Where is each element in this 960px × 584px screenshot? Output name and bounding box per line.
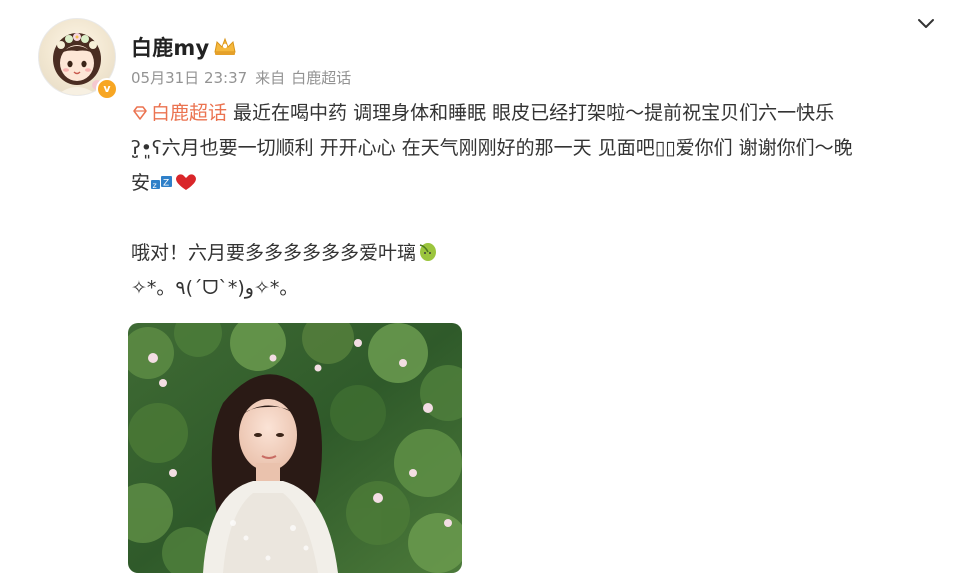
source-label: 来自 bbox=[255, 69, 286, 87]
post-line-1: 白鹿超话 最近在喝中药 调理身体和睡眠 眼皮已经打架啦～提前祝宝贝们六一快乐 bbox=[131, 96, 931, 131]
post-line-4: 哦对！六月要多多多多多多爱叶璃 bbox=[131, 236, 931, 271]
post-line-4-text: 哦对！六月要多多多多多多爱叶璃 bbox=[131, 242, 417, 264]
username[interactable]: 白鹿my bbox=[131, 32, 209, 62]
post-photo-image bbox=[128, 323, 462, 573]
post-line-2: ʔ̤̮•͈ʕ六月也要一切顺利 开开心心 在天气刚刚好的那一天 见面吧▯▯爱你们 … bbox=[131, 137, 853, 159]
verified-badge-icon: v bbox=[96, 78, 118, 100]
crown-icon[interactable] bbox=[212, 35, 238, 57]
source-link[interactable]: 白鹿超话 bbox=[291, 69, 351, 87]
post-meta: 05月31日 23:37 来自 白鹿超话 bbox=[131, 67, 359, 88]
diamond-topic-icon bbox=[133, 106, 147, 120]
post-line-1-text: 最近在喝中药 调理身体和睡眠 眼皮已经打架啦～提前祝宝贝们六一快乐 bbox=[227, 102, 835, 124]
post-line-5: ✧*。٩(ˊᗜˋ*)و✧*。 bbox=[131, 277, 299, 299]
green-leaf-emoji-icon bbox=[419, 243, 437, 261]
post-line-3-text: 安 bbox=[131, 172, 151, 194]
chevron-down-icon[interactable] bbox=[914, 12, 938, 36]
post-timestamp[interactable]: 05月31日 23:37 bbox=[131, 69, 247, 87]
post-text: 白鹿超话 最近在喝中药 调理身体和睡眠 眼皮已经打架啦～提前祝宝贝们六一快乐 ʔ… bbox=[131, 96, 931, 306]
post-photo[interactable] bbox=[128, 323, 462, 573]
post-line-3: 安zZ bbox=[131, 166, 931, 201]
sleep-emoji-icon: zZ bbox=[151, 176, 173, 190]
svg-text:Z: Z bbox=[163, 179, 169, 189]
red-heart-icon bbox=[176, 174, 196, 190]
svg-text:z: z bbox=[153, 181, 157, 190]
topic-link[interactable]: 白鹿超话 bbox=[131, 102, 227, 124]
topic-label[interactable]: 白鹿超话 bbox=[151, 102, 227, 124]
